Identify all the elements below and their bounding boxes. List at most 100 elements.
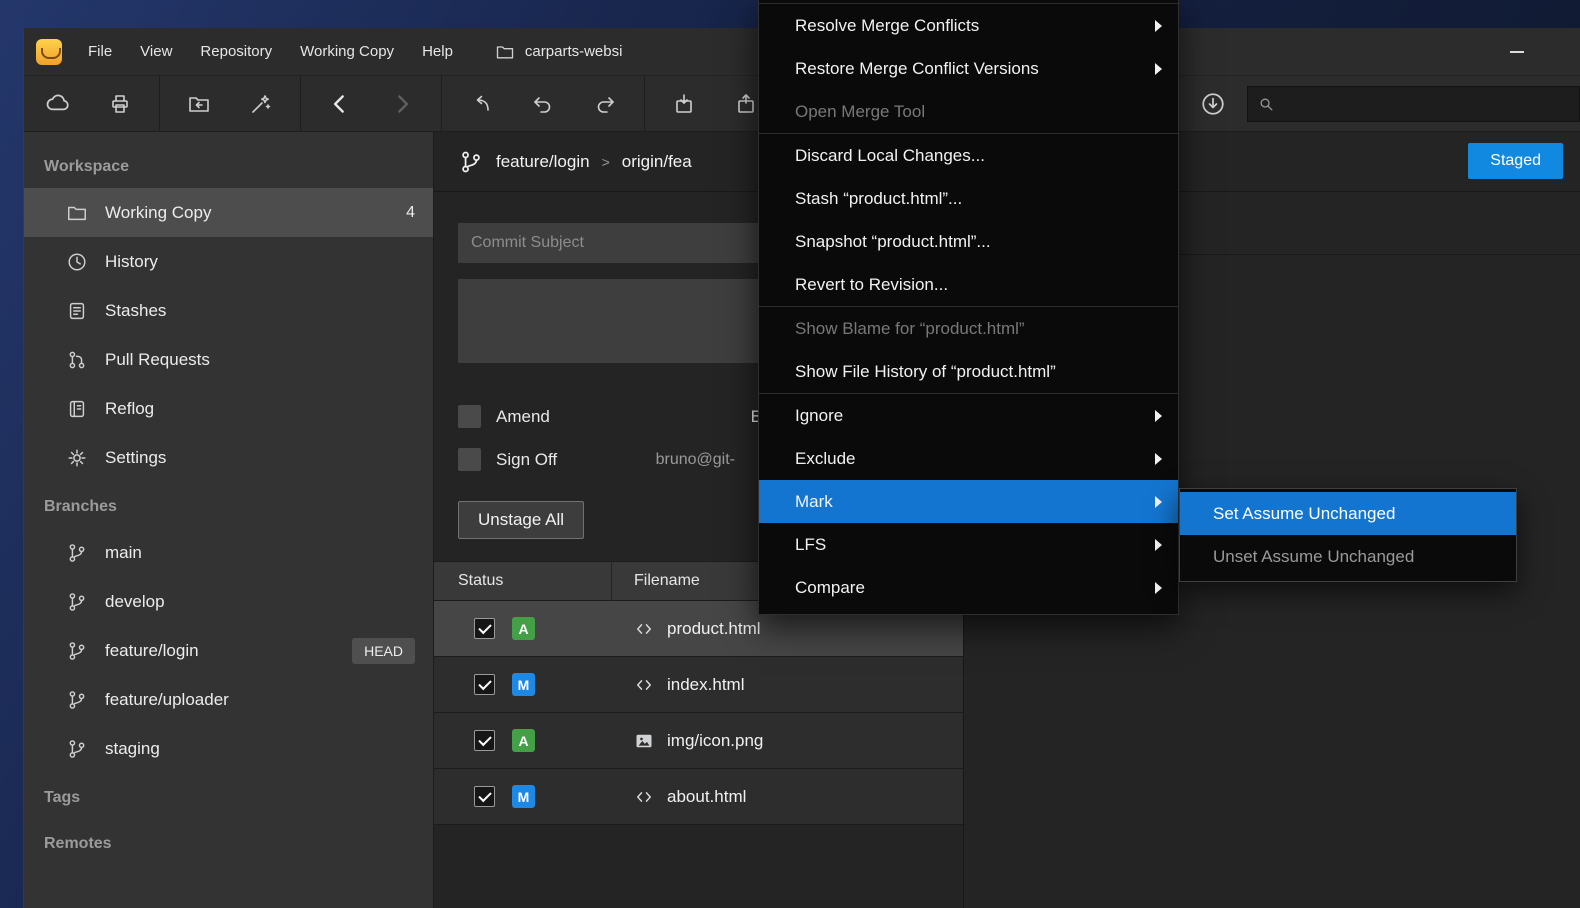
sidebar-item-branch-feature-uploader[interactable]: feature/uploader <box>24 675 433 724</box>
branch-icon <box>66 542 88 564</box>
print-button[interactable] <box>97 84 143 124</box>
redo-button[interactable] <box>582 84 628 124</box>
sidebar-item-stashes[interactable]: Stashes <box>24 286 433 335</box>
file-checkbox[interactable] <box>474 674 495 695</box>
status-badge: A <box>512 729 535 752</box>
cloud-icon <box>45 91 71 117</box>
sidebar-item-branch-main[interactable]: main <box>24 528 433 577</box>
amend-checkbox[interactable] <box>458 405 481 428</box>
menu-item-set-assume-unchanged[interactable]: Set Assume Unchanged <box>1180 492 1516 535</box>
submenu-arrow-icon <box>1155 453 1162 465</box>
menu-item-discard-local-changes[interactable]: Discard Local Changes... <box>759 134 1178 177</box>
menubar-item-view[interactable]: View <box>126 28 186 75</box>
table-row[interactable]: A img/icon.png <box>434 713 963 769</box>
menu-item-unset-assume-unchanged[interactable]: Unset Assume Unchanged <box>1180 535 1516 578</box>
pull-request-icon <box>66 349 88 371</box>
sidebar-item-reflog[interactable]: Reflog <box>24 384 433 433</box>
menu-item-revert-to-revision[interactable]: Revert to Revision... <box>759 263 1178 306</box>
sidebar-item-branch-feature-login[interactable]: feature/login HEAD <box>24 626 433 675</box>
table-row[interactable]: M index.html <box>434 657 963 713</box>
filename: index.html <box>667 675 744 695</box>
sidebar-item-label: Settings <box>105 448 166 468</box>
stash-save-button[interactable] <box>661 84 707 124</box>
repo-selector[interactable]: carparts-websi <box>495 42 623 62</box>
menu-item-ignore[interactable]: Ignore <box>759 394 1178 437</box>
pull-button[interactable] <box>1194 85 1232 123</box>
sidebar-item-pull-requests[interactable]: Pull Requests <box>24 335 433 384</box>
notepad-icon <box>66 300 88 322</box>
table-row[interactable]: M about.html <box>434 769 963 825</box>
menu-item-restore-merge-conflict-versions[interactable]: Restore Merge Conflict Versions <box>759 47 1178 90</box>
submenu-arrow-icon <box>1155 410 1162 422</box>
status-badge: M <box>512 673 535 696</box>
sidebar-item-branch-staging[interactable]: staging <box>24 724 433 773</box>
sidebar-item-label: Reflog <box>105 399 154 419</box>
sidebar-item-history[interactable]: History <box>24 237 433 286</box>
repo-name: carparts-websi <box>525 43 623 60</box>
forward-icon <box>389 91 415 117</box>
fetch-button[interactable] <box>35 84 81 124</box>
filename: about.html <box>667 787 746 807</box>
signoff-checkbox[interactable] <box>458 448 481 471</box>
menu-item-compare[interactable]: Compare <box>759 566 1178 609</box>
stash-up-icon <box>734 92 758 116</box>
menu-item-label: Discard Local Changes... <box>795 146 985 166</box>
search-icon <box>1258 96 1275 113</box>
code-file-icon <box>634 787 654 807</box>
sidebar-item-label: History <box>105 252 158 272</box>
menu-item-resolve-merge-conflicts[interactable]: Resolve Merge Conflicts <box>759 4 1178 47</box>
sidebar-item-working-copy[interactable]: Working Copy 4 <box>24 188 433 237</box>
open-repo-button[interactable] <box>176 84 222 124</box>
submenu-arrow-icon <box>1155 496 1162 508</box>
file-checkbox[interactable] <box>474 618 495 639</box>
menu-item-stash-file[interactable]: Stash “product.html”... <box>759 177 1178 220</box>
menu-item-mark[interactable]: Mark <box>759 480 1178 523</box>
menubar-item-repository[interactable]: Repository <box>186 28 286 75</box>
stash-down-icon <box>672 92 696 116</box>
file-checkbox[interactable] <box>474 786 495 807</box>
minimize-button[interactable] <box>1494 28 1540 75</box>
search-input[interactable] <box>1283 96 1569 113</box>
sidebar-item-settings[interactable]: Settings <box>24 433 433 482</box>
toolbar-divider <box>300 76 301 132</box>
file-checkbox[interactable] <box>474 730 495 751</box>
magic-button[interactable] <box>238 84 284 124</box>
sidebar-item-branch-develop[interactable]: develop <box>24 577 433 626</box>
filename: product.html <box>667 619 761 639</box>
search-box[interactable] <box>1247 86 1580 122</box>
sidebar-item-remote[interactable] <box>24 893 433 908</box>
menu-item-show-file-history[interactable]: Show File History of “product.html” <box>759 350 1178 393</box>
menu-item-exclude[interactable]: Exclude <box>759 437 1178 480</box>
staged-button[interactable]: Staged <box>1468 143 1563 179</box>
code-file-icon <box>634 619 654 639</box>
menubar-item-file[interactable]: File <box>74 28 126 75</box>
menubar-item-working-copy[interactable]: Working Copy <box>286 28 408 75</box>
menu-item-snapshot-file[interactable]: Snapshot “product.html”... <box>759 220 1178 263</box>
upstream-branch[interactable]: origin/fea <box>622 152 692 172</box>
unstage-all-button[interactable]: Unstage All <box>458 501 584 539</box>
branch-label: develop <box>105 592 165 612</box>
menu-item-lfs[interactable]: LFS <box>759 523 1178 566</box>
toolbar-divider <box>441 76 442 132</box>
column-status[interactable]: Status <box>434 572 611 590</box>
undo-button[interactable] <box>520 84 566 124</box>
menu-item-label: Stash “product.html”... <box>795 189 962 209</box>
menu-item-label: Compare <box>795 578 865 598</box>
menu-item-label: Resolve Merge Conflicts <box>795 16 979 36</box>
status-badge: A <box>512 617 535 640</box>
download-circle-icon <box>1200 91 1226 117</box>
menu-item-label: Open Merge Tool <box>795 102 925 122</box>
image-file-icon <box>634 731 654 751</box>
submenu-arrow-icon <box>1155 63 1162 75</box>
checkout-button[interactable] <box>458 84 504 124</box>
status-badge: M <box>512 785 535 808</box>
context-menu: Resolve Merge Conflicts Restore Merge Co… <box>758 0 1179 615</box>
column-filename[interactable]: Filename <box>612 572 700 590</box>
forward-button[interactable] <box>379 84 425 124</box>
amend-label: Amend <box>496 407 550 427</box>
app-icon <box>36 39 62 65</box>
current-branch[interactable]: feature/login <box>496 152 590 172</box>
journal-icon <box>66 398 88 420</box>
menubar-item-help[interactable]: Help <box>408 28 467 75</box>
back-button[interactable] <box>317 84 363 124</box>
